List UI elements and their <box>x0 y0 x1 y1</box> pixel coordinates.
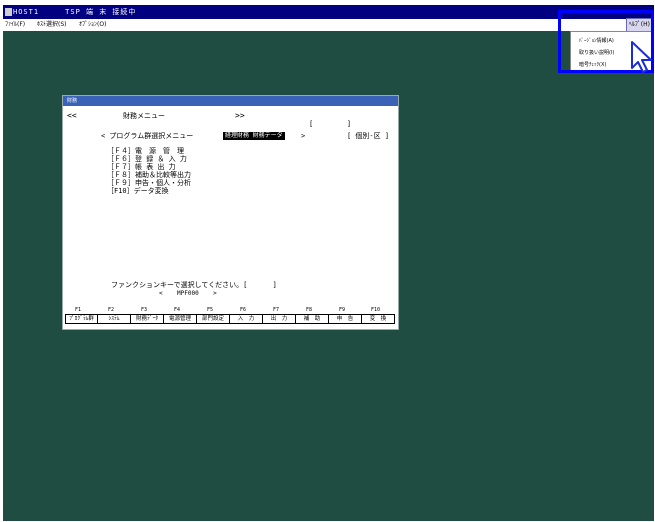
terminal-window: HOST1 TSP 端 末 接続中 ﾌｧｲﾙ(F) ﾎｽﾄ選択(S) ｵﾌﾟｼｮ… <box>3 5 654 521</box>
fkey-number-f7: F7 <box>273 307 280 313</box>
input-bracket: [ ] <box>309 120 352 128</box>
nav-prev-button[interactable]: << <box>67 112 77 120</box>
menu-item-f7[interactable]: ［Ｆ７］帳 表 出 力 <box>107 164 176 171</box>
fkey-number-f10: F10 <box>371 307 381 313</box>
fkey-number-f2: F2 <box>108 307 115 313</box>
fkey-number-f8: F8 <box>306 307 313 313</box>
menu-item-f4[interactable]: ［Ｆ４］電 源 管 理 <box>107 148 184 155</box>
menu-options[interactable]: ｵﾌﾟｼｮﾝ(O) <box>79 19 106 31</box>
dialog-title: 財務 <box>63 96 398 106</box>
program-id: < MPF000 > <box>159 290 217 297</box>
finance-menu-window: 財務 << 財務メニュー >> [ ] < プログラム群選択メニュー 経理財務 … <box>62 95 399 330</box>
menu-bar: ﾌｧｲﾙ(F) ﾎｽﾄ選択(S) ｵﾌﾟｼｮﾝ(O) ﾍﾙﾌﾟ(H) <box>3 18 654 32</box>
selected-group-suffix: > <box>301 132 306 140</box>
fkey-number-f9: F9 <box>339 307 346 313</box>
fkey-number-f4: F4 <box>174 307 181 313</box>
title-bar: HOST1 TSP 端 末 接続中 <box>3 5 654 19</box>
fkey-number-f1: F1 <box>75 307 82 313</box>
menu-item-f6[interactable]: ［Ｆ６］登 録 ＆ 入 力 <box>107 156 187 163</box>
fkey-number-f3: F3 <box>141 307 148 313</box>
system-menu-icon[interactable] <box>5 8 12 16</box>
fkey-button-f10[interactable]: 変 換 <box>362 314 395 324</box>
fkey-button-f5[interactable]: 部門設定 <box>197 314 230 324</box>
menu-item-f10[interactable]: ［F10］データ変換 <box>107 188 169 195</box>
fkey-button-f9[interactable]: 申 告 <box>329 314 362 324</box>
menu-host-select[interactable]: ﾎｽﾄ選択(S) <box>37 19 67 31</box>
selection-prompt: ファンクションキーで選択してください。[ ] <box>111 281 277 289</box>
fkey-button-f6[interactable]: 入 力 <box>230 314 263 324</box>
fkey-number-f5: F5 <box>207 307 214 313</box>
fkey-button-f2[interactable]: ｼｽﾃﾑ <box>98 314 131 324</box>
selected-group-highlight[interactable]: 経理財務 財務データ <box>223 132 285 140</box>
fkey-button-f3[interactable]: 財務ﾃﾞｰﾀ <box>131 314 164 324</box>
fkey-number-f6: F6 <box>240 307 247 313</box>
mode-indicator: [ 個別-区 ] <box>347 132 390 140</box>
program-group-label: < プログラム群選択メニュー <box>101 132 194 140</box>
menu-item-f8[interactable]: ［Ｆ８］補助＆比較等出力 <box>107 172 191 179</box>
fkey-button-f4[interactable]: 電源管理 <box>164 314 197 324</box>
fkey-button-f7[interactable]: 出 力 <box>263 314 296 324</box>
mouse-pointer-icon <box>631 41 652 73</box>
menu-item-f9[interactable]: ［Ｆ９］申告・個人・分析 <box>107 180 191 187</box>
menu-file[interactable]: ﾌｧｲﾙ(F) <box>5 19 25 31</box>
nav-next-button[interactable]: >> <box>235 112 245 120</box>
window-title: HOST1 TSP 端 末 接続中 <box>13 8 137 16</box>
fkey-button-f8[interactable]: 補 助 <box>296 314 329 324</box>
fkey-button-f1[interactable]: ﾌﾟﾛｸﾞﾗﾑ群 <box>65 314 98 324</box>
menu-header: 財務メニュー <box>123 112 165 120</box>
